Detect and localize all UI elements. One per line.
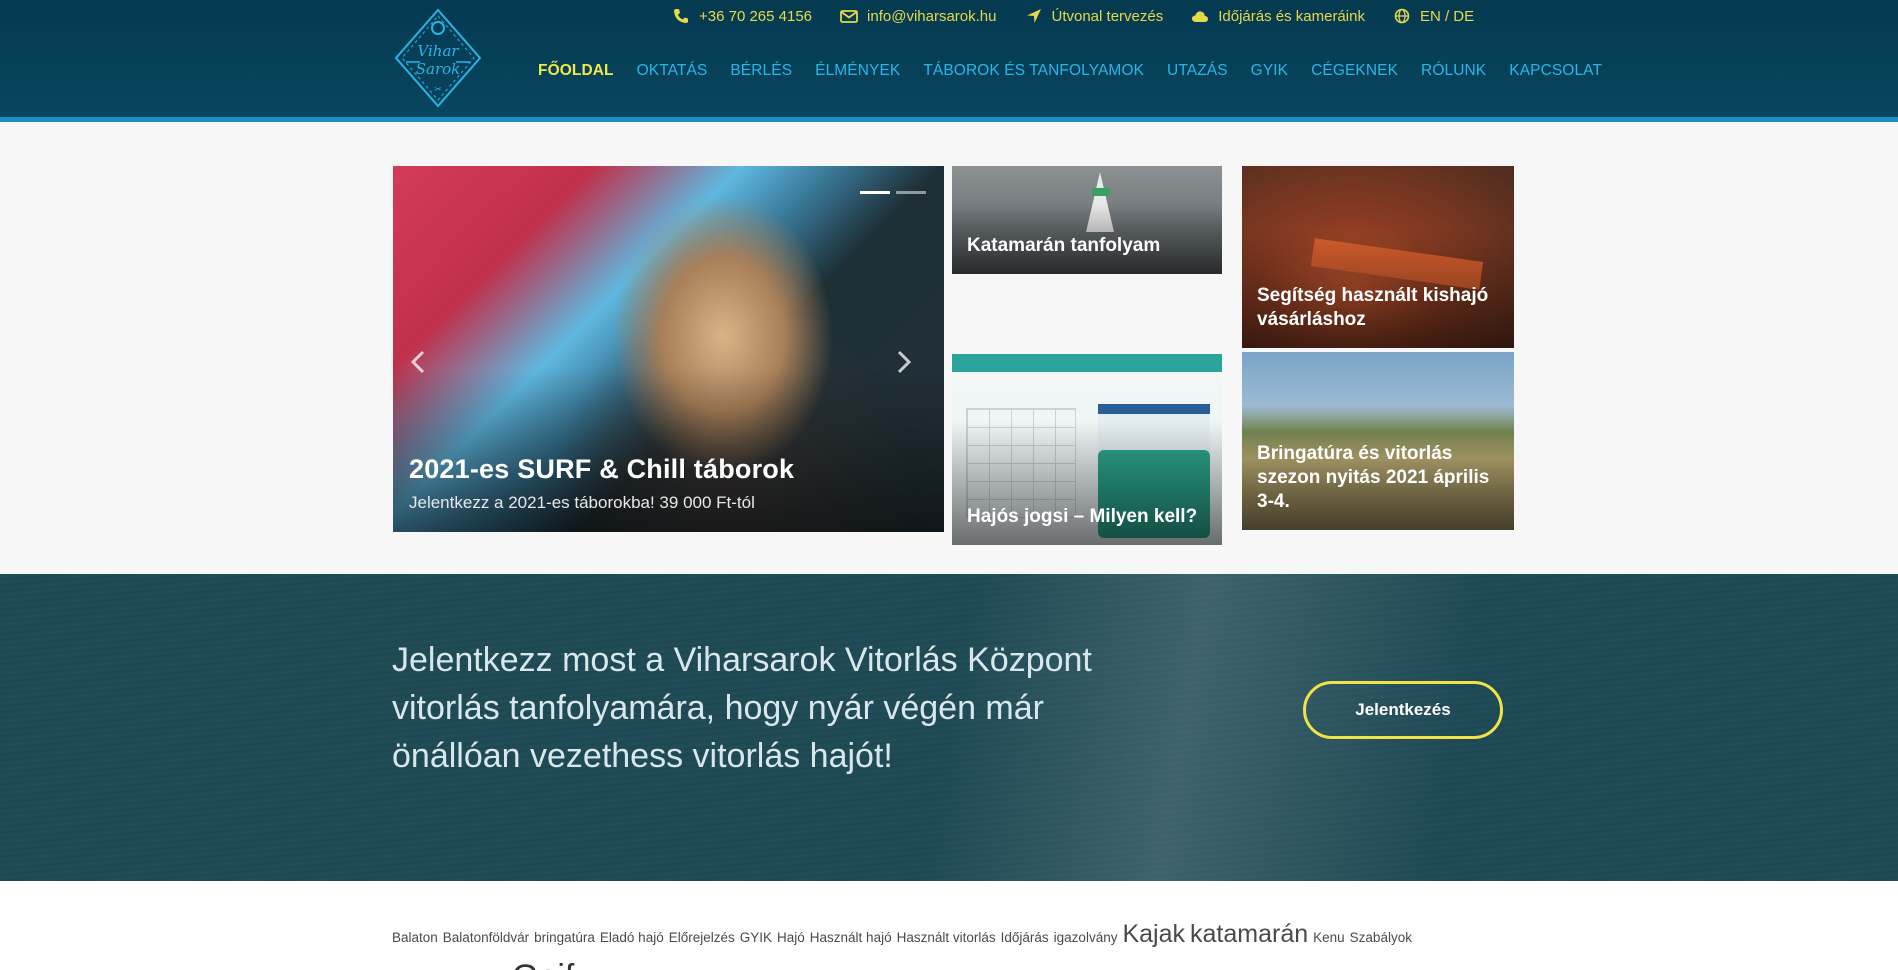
cta-text: Jelentkezz most a Viharsarok Vitorlás Kö… xyxy=(392,641,1092,775)
site-header: Vihar Sarok ✂ +36 70 265 4156 info@vihar… xyxy=(0,0,1898,122)
tag-link[interactable]: Balaton xyxy=(392,930,438,945)
nav-item-utazas[interactable]: UTAZÁS xyxy=(1167,62,1228,80)
location-arrow-icon xyxy=(1025,8,1043,24)
phone-link[interactable]: +36 70 265 4156 xyxy=(672,8,812,25)
nav-item-kapcsolat[interactable]: KAPCSOLAT xyxy=(1509,62,1602,80)
nav-item-fooldal[interactable]: FŐOLDAL xyxy=(538,62,614,80)
tile-title[interactable]: Bringatúra és vitorlás szezon nyitás 202… xyxy=(1257,442,1500,514)
weather-link[interactable]: Időjárás és kameráink xyxy=(1191,8,1365,25)
partial-section-heading: Geif xyxy=(512,958,574,970)
vihar-sarok-logo[interactable]: Vihar Sarok ✂ xyxy=(390,6,486,110)
slide-subtitle: Jelentkezz a 2021-es táborokba! 39 000 F… xyxy=(409,493,755,512)
language-label: EN / DE xyxy=(1419,7,1475,25)
language-switch[interactable]: EN / DE xyxy=(1393,8,1474,25)
route-planner-label: Útvonal tervezés xyxy=(1051,7,1164,25)
contact-topbar: +36 70 265 4156 info@viharsarok.hu Útvon… xyxy=(672,6,1502,26)
chevron-left-icon[interactable] xyxy=(410,350,426,374)
slider-pagination xyxy=(860,191,926,194)
chevron-right-icon[interactable] xyxy=(896,350,912,374)
tag-link[interactable]: bringatúra xyxy=(534,930,595,945)
hero-slider[interactable]: 2021-es SURF & Chill táborok Jelentkezz … xyxy=(393,166,944,532)
slide-title[interactable]: 2021-es SURF & Chill táborok xyxy=(409,454,794,485)
post-tile-hajos-jogsi[interactable]: Hajós jogsi – Milyen kell? xyxy=(952,354,1222,545)
tag-link[interactable]: Eladó hajó xyxy=(600,930,664,945)
nav-item-berles[interactable]: BÉRLÉS xyxy=(730,62,792,80)
nav-item-gyik[interactable]: GYIK xyxy=(1251,62,1288,80)
tag-cloud: Balaton Balatonföldvár bringatúra Eladó … xyxy=(392,920,1512,949)
weather-label: Időjárás és kameráink xyxy=(1218,7,1365,25)
nav-item-taborok[interactable]: TÁBOROK ÉS TANFOLYAMOK xyxy=(923,62,1144,80)
svg-text:Sarok: Sarok xyxy=(416,60,461,78)
svg-text:Vihar: Vihar xyxy=(417,42,459,60)
tag-link[interactable]: Kenu xyxy=(1313,930,1345,945)
tile-title[interactable]: Hajós jogsi – Milyen kell? xyxy=(967,505,1208,529)
tile-title[interactable]: Segítség használt kishajó vásárláshoz xyxy=(1257,284,1500,332)
signup-button[interactable]: Jelentkezés xyxy=(1303,681,1503,739)
featured-section xyxy=(0,122,1898,574)
route-planner-link[interactable]: Útvonal tervezés xyxy=(1025,7,1164,25)
tag-link[interactable]: Időjárás xyxy=(1001,930,1049,945)
nav-item-oktatas[interactable]: OKTATÁS xyxy=(637,62,708,80)
nav-item-cegeknek[interactable]: CÉGEKNEK xyxy=(1311,62,1398,80)
tag-link[interactable]: Szabályok xyxy=(1350,930,1412,945)
tag-link[interactable]: Használt hajó xyxy=(810,930,892,945)
slider-dot-1[interactable] xyxy=(860,191,890,194)
tag-link[interactable]: Előrejelzés xyxy=(669,930,735,945)
globe-icon xyxy=(1393,8,1411,24)
tag-link[interactable]: Balatonföldvár xyxy=(443,930,529,945)
post-tile-bringatura[interactable]: Bringatúra és vitorlás szezon nyitás 202… xyxy=(1242,352,1514,530)
slider-dot-2[interactable] xyxy=(896,191,926,194)
signup-cta-section: Jelentkezz most a Viharsarok Vitorlás Kö… xyxy=(0,574,1898,881)
phone-icon xyxy=(672,8,690,24)
tag-link[interactable]: katamarán xyxy=(1190,920,1308,949)
email-label: info@viharsarok.hu xyxy=(867,7,997,25)
email-link[interactable]: info@viharsarok.hu xyxy=(840,7,997,25)
phone-label: +36 70 265 4156 xyxy=(699,7,813,25)
svg-text:✂: ✂ xyxy=(434,84,442,94)
post-tile-katamaran[interactable]: Katamarán tanfolyam xyxy=(952,166,1222,274)
tag-link[interactable]: Hajó xyxy=(777,930,805,945)
post-tile-hasznalt-kishajo[interactable]: Segítség használt kishajó vásárláshoz xyxy=(1242,166,1514,348)
nav-item-elmenyek[interactable]: ÉLMÉNYEK xyxy=(815,62,900,80)
tag-link[interactable]: igazolvány xyxy=(1054,930,1118,945)
cloud-icon xyxy=(1191,8,1209,24)
tag-link[interactable]: Kajak xyxy=(1122,920,1185,949)
tag-link[interactable]: GYIK xyxy=(740,930,772,945)
main-nav: FŐOLDAL OKTATÁS BÉRLÉS ÉLMÉNYEK TÁBOROK … xyxy=(538,62,1602,80)
mail-icon xyxy=(840,8,858,24)
tag-link[interactable]: Használt vitorlás xyxy=(897,930,996,945)
nav-item-rolunk[interactable]: RÓLUNK xyxy=(1421,62,1486,80)
tile-title[interactable]: Katamarán tanfolyam xyxy=(967,234,1208,258)
